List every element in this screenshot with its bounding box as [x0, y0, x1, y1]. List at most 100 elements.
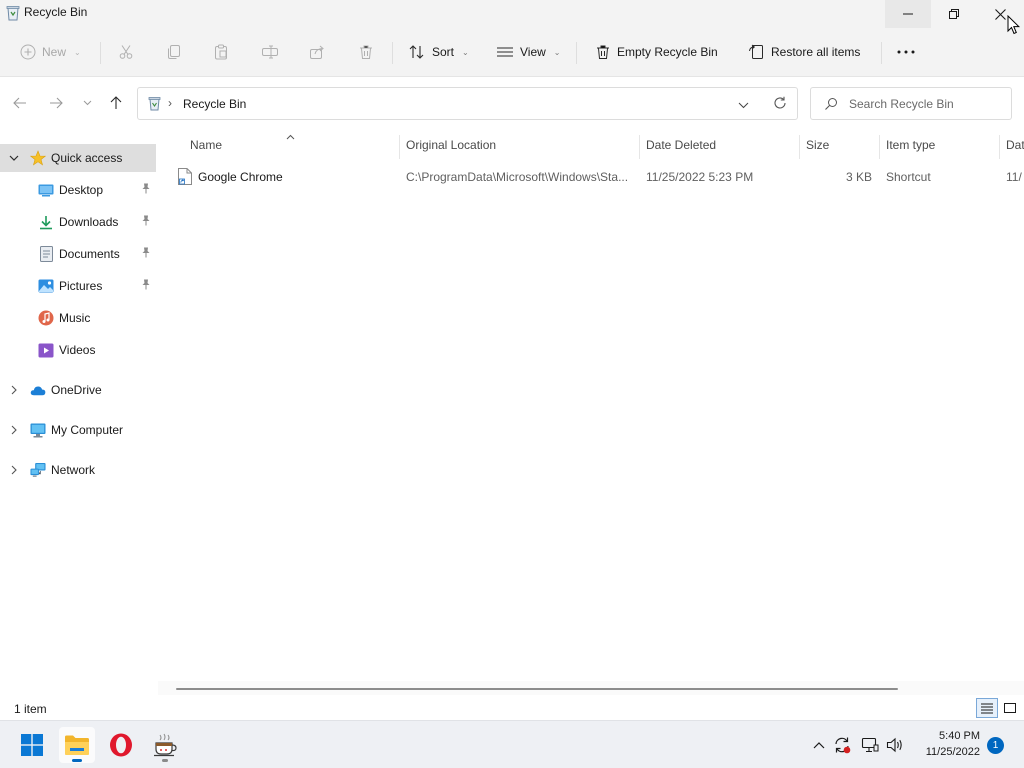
chevron-down-icon: ⌄ [74, 47, 81, 57]
sync-status-button[interactable] [833, 736, 851, 754]
item-count: 1 item [14, 702, 47, 716]
column-divider[interactable] [639, 135, 640, 159]
rename-button[interactable] [261, 40, 279, 64]
recycle-bin-icon [6, 5, 20, 21]
documents-icon [38, 246, 54, 262]
view-button[interactable]: View ⌄ [496, 40, 561, 64]
sidebar-item-my-computer[interactable]: My Computer [0, 416, 156, 444]
network-status-button[interactable] [861, 736, 879, 754]
taskbar-clock[interactable]: 5:40 PM 11/25/2022 [910, 728, 980, 760]
sort-label: Sort [432, 45, 455, 59]
restore-icon [949, 9, 959, 19]
sidebar-item-music[interactable]: Music [0, 304, 156, 332]
column-header-date-deleted[interactable]: Date Deleted [646, 129, 716, 161]
file-date-deleted: 11/25/2022 5:23 PM [646, 170, 754, 184]
restore-all-button[interactable]: Restore all items [748, 40, 860, 64]
sidebar-item-label: Network [51, 463, 96, 477]
windows-start-icon [21, 734, 43, 756]
restore-button[interactable] [931, 0, 977, 28]
sidebar-item-label: Videos [59, 343, 96, 357]
new-button[interactable]: New ⌄ [20, 40, 81, 64]
recent-locations-button[interactable] [78, 95, 96, 111]
table-row[interactable]: Google Chrome C:\ProgramData\Microsoft\W… [158, 163, 1024, 191]
pin-icon [141, 279, 151, 293]
command-bar: New ⌄ Sort ⌄ View ⌄ Empty Recycle Bin Re… [0, 28, 1024, 76]
address-bar[interactable]: › Recycle Bin [137, 87, 798, 120]
close-icon [994, 8, 1006, 20]
column-header-date[interactable]: Dat [1006, 129, 1024, 161]
sidebar-item-documents[interactable]: Documents [0, 240, 156, 268]
show-hidden-icons-button[interactable] [810, 736, 828, 754]
breadcrumb-recycle-bin[interactable]: Recycle Bin [183, 97, 246, 111]
navigation-pane: Quick access Desktop Downloads Documents [0, 129, 158, 694]
column-divider[interactable] [799, 135, 800, 159]
coffee-app-icon [154, 733, 177, 757]
restore-items-icon [749, 44, 763, 59]
minimize-button[interactable] [885, 0, 931, 28]
breadcrumb-chevron-icon[interactable]: › [168, 96, 172, 110]
column-header-size[interactable]: Size [806, 129, 829, 161]
file-name[interactable]: Google Chrome [198, 170, 283, 184]
paste-button[interactable] [213, 40, 229, 64]
address-dropdown-button[interactable] [738, 98, 749, 112]
notification-badge[interactable]: 1 [987, 737, 1004, 754]
taskbar-file-explorer[interactable] [59, 727, 95, 763]
search-input[interactable] [849, 96, 1004, 112]
cut-button[interactable] [118, 40, 134, 64]
taskbar-coffee-app[interactable] [147, 727, 183, 763]
copy-button[interactable] [166, 40, 182, 64]
opera-icon [110, 733, 132, 757]
delete-button[interactable] [358, 40, 374, 64]
empty-bin-icon [597, 45, 609, 59]
empty-recycle-bin-button[interactable]: Empty Recycle Bin [595, 40, 718, 64]
recycle-bin-icon [148, 96, 161, 114]
sidebar-item-videos[interactable]: Videos [0, 336, 156, 364]
downloads-icon [38, 214, 54, 230]
file-item-type: Shortcut [886, 170, 931, 184]
file-original-location: C:\ProgramData\Microsoft\Windows\Sta... [406, 170, 629, 184]
refresh-icon [774, 96, 786, 109]
more-options-button[interactable] [897, 40, 915, 64]
chevron-right-icon[interactable] [9, 385, 19, 395]
speaker-icon [886, 737, 902, 753]
up-button[interactable] [107, 95, 125, 111]
volume-button[interactable] [886, 736, 904, 754]
sidebar-item-desktop[interactable]: Desktop [0, 176, 156, 204]
large-icons-view-button[interactable] [999, 698, 1021, 718]
back-button[interactable] [11, 95, 29, 111]
chevron-right-icon[interactable] [9, 425, 19, 435]
column-divider[interactable] [999, 135, 1000, 159]
sidebar-item-label: My Computer [51, 423, 124, 437]
refresh-button[interactable] [773, 96, 787, 113]
search-box[interactable] [810, 87, 1012, 120]
start-button[interactable] [14, 727, 50, 763]
toolbar-divider [881, 42, 882, 64]
running-app-indicator [162, 759, 168, 762]
mouse-cursor-icon [1007, 14, 1021, 38]
chevron-down-icon[interactable] [9, 153, 19, 163]
file-size: 3 KB [845, 170, 872, 184]
column-header-item-type[interactable]: Item type [886, 129, 935, 161]
column-divider[interactable] [879, 135, 880, 159]
column-divider[interactable] [399, 135, 400, 159]
details-view-icon [981, 703, 993, 713]
sidebar-item-pictures[interactable]: Pictures [0, 272, 156, 300]
column-header-original-location[interactable]: Original Location [406, 129, 496, 161]
forward-button[interactable] [47, 95, 65, 111]
sort-button[interactable]: Sort ⌄ [408, 40, 469, 64]
sidebar-item-onedrive[interactable]: OneDrive [0, 376, 156, 404]
sidebar-item-downloads[interactable]: Downloads [0, 208, 156, 236]
taskbar-opera[interactable] [103, 727, 139, 763]
chevron-right-icon[interactable] [9, 465, 19, 475]
address-row: › Recycle Bin [0, 77, 1024, 129]
chevron-up-icon [813, 742, 825, 749]
sidebar-item-network[interactable]: Network [0, 456, 156, 484]
search-icon [824, 97, 838, 114]
horizontal-scrollbar-thumb[interactable] [176, 688, 898, 690]
sync-icon [835, 737, 851, 754]
toolbar-divider [100, 42, 101, 64]
details-view-button[interactable] [976, 698, 998, 718]
sidebar-item-quick-access[interactable]: Quick access [0, 144, 156, 172]
share-button[interactable] [309, 40, 325, 64]
column-header-name[interactable]: Name [190, 129, 222, 161]
